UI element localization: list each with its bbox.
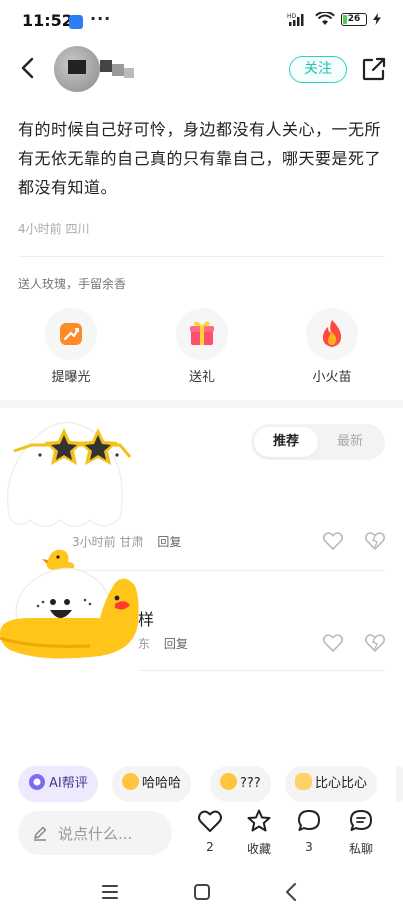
- gift-caption: 送人玫瑰，手留余香: [18, 277, 127, 291]
- gift-send-button[interactable]: 送礼: [157, 308, 247, 385]
- ai-icon: [29, 774, 45, 790]
- divider: [18, 256, 385, 257]
- home-icon[interactable]: [190, 880, 214, 904]
- app-notification-icon: [69, 15, 83, 29]
- rocket-boost-icon: [45, 308, 97, 360]
- more-notifications-icon: ···: [90, 9, 112, 28]
- like-button[interactable]: 2: [188, 808, 232, 854]
- comment-avatar-sunglasses-ghost[interactable]: [0, 408, 140, 537]
- quick-reply-heart-label: 比心比心: [315, 776, 368, 791]
- quick-reply-ai-chip[interactable]: AI帮评: [18, 766, 98, 802]
- status-time: 11:52: [22, 11, 73, 30]
- system-nav-bar: [0, 870, 403, 917]
- comment-1-like-icon[interactable]: [322, 530, 344, 552]
- comment-button[interactable]: 3: [287, 808, 331, 854]
- quick-reply-heart-chip[interactable]: 比心比心: [285, 766, 378, 802]
- back-nav-icon[interactable]: [280, 880, 304, 904]
- signal-label: HD: [287, 13, 297, 20]
- gift-boost-label: 提曝光: [51, 370, 91, 385]
- quick-reply-overflow-chip[interactable]: [396, 766, 403, 802]
- quick-reply-ai-label: AI帮评: [49, 776, 88, 791]
- comment-count: 3: [305, 840, 313, 854]
- quick-reply-haha-label: 哈哈哈: [142, 776, 182, 791]
- comment-2-reply-button[interactable]: 回复: [164, 637, 188, 651]
- wifi-icon: [315, 12, 335, 25]
- comment-1-dislike-icon[interactable]: [364, 530, 386, 552]
- author-avatar[interactable]: [54, 46, 100, 92]
- sort-recommended-tab[interactable]: 推荐: [254, 427, 318, 457]
- signal-icon: HD: [287, 13, 304, 26]
- sort-latest-tab[interactable]: 最新: [318, 427, 382, 457]
- flame-icon: [306, 308, 358, 360]
- post-content: 有的时候自己好可怜，身边都没有人关心，一无所有无依无靠的自己真的只有靠自己，哪天…: [18, 120, 382, 197]
- like-count: 2: [206, 840, 214, 854]
- gift-flame-button[interactable]: 小火苗: [287, 308, 377, 385]
- section-gap: [0, 400, 403, 408]
- quick-reply-row: AI帮评 哈哈哈 ??? 比心比心: [0, 764, 403, 804]
- heart-hand-emoji-icon: [295, 773, 312, 790]
- star-icon: [247, 809, 271, 832]
- quick-reply-question-label: ???: [240, 776, 261, 791]
- heart-icon: [198, 810, 222, 832]
- follow-button[interactable]: 关注: [289, 56, 347, 83]
- gift-box-icon: [176, 308, 228, 360]
- comment-avatar-duck-ghost[interactable]: [0, 538, 150, 667]
- author-name-blurred[interactable]: [100, 60, 142, 80]
- private-chat-button[interactable]: 私聊: [339, 808, 383, 857]
- gift-row: 提曝光 送礼 小火苗: [0, 308, 403, 388]
- status-indicators: HD 26: [287, 12, 381, 26]
- chat-icon: [350, 810, 372, 831]
- quick-reply-haha-chip[interactable]: 哈哈哈: [112, 766, 192, 802]
- battery-level: [343, 14, 348, 24]
- battery-icon: 26: [341, 12, 367, 26]
- comment-sort-toggle: 推荐 最新: [251, 424, 385, 460]
- pen-icon: [34, 826, 47, 841]
- gift-flame-label: 小火苗: [312, 370, 352, 385]
- comment-input-placeholder: 说点什么...: [58, 825, 133, 843]
- favorite-label: 收藏: [246, 842, 271, 856]
- post-header: 关注: [0, 40, 403, 98]
- back-icon[interactable]: [14, 54, 42, 82]
- thinking-emoji-icon: [220, 773, 237, 790]
- gift-send-label: 送礼: [188, 370, 215, 385]
- menu-icon[interactable]: [98, 880, 122, 904]
- comment-divider: [138, 670, 385, 671]
- battery-label: 26: [347, 13, 361, 24]
- quick-reply-question-chip[interactable]: ???: [210, 766, 271, 802]
- favorite-button[interactable]: 收藏: [237, 808, 281, 857]
- comment-2-dislike-icon[interactable]: [364, 632, 386, 654]
- post-meta: 4小时前 四川: [18, 222, 90, 236]
- gift-boost-button[interactable]: 提曝光: [26, 308, 116, 385]
- charging-icon: [373, 13, 381, 25]
- share-icon[interactable]: [361, 56, 387, 82]
- comment-bubble-icon: [298, 810, 320, 831]
- comment-input[interactable]: 说点什么...: [18, 811, 172, 855]
- comment-2-like-icon[interactable]: [322, 632, 344, 654]
- laughing-emoji-icon: [122, 773, 139, 790]
- status-bar: 11:52 ··· HD 26: [0, 0, 403, 40]
- private-chat-label: 私聊: [348, 842, 373, 856]
- comment-1-reply-button[interactable]: 回复: [157, 535, 181, 549]
